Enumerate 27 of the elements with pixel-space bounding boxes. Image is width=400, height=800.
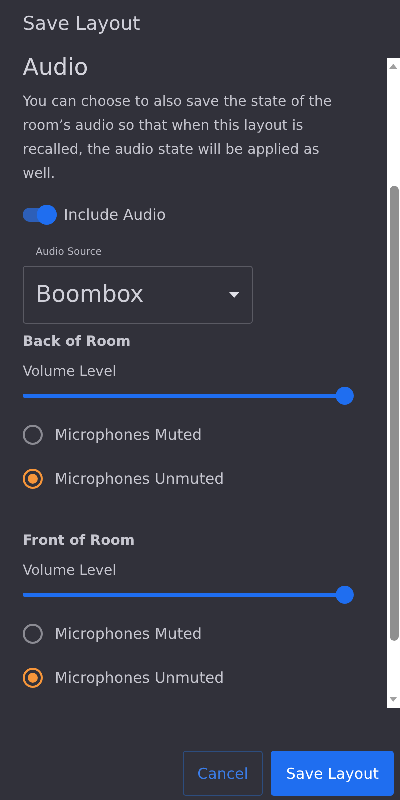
volume-label: Volume Level [23, 562, 118, 581]
radio-button[interactable] [23, 469, 43, 489]
save-button[interactable]: Save Layout [271, 751, 394, 796]
volume-slider[interactable] [23, 586, 354, 604]
cancel-button[interactable]: Cancel [182, 751, 264, 796]
section-heading: Audio [23, 54, 90, 83]
description-text: You can choose to also save the state of the room’s audio so that when this layout is recalled, the audio state will be applied as well. [23, 93, 334, 184]
radio-button[interactable] [23, 668, 43, 688]
radio-label: Microphones Muted [55, 426, 202, 444]
field-label: Audio Source [36, 246, 103, 260]
slider-thumb[interactable] [336, 387, 354, 405]
dialog-title: Save Layout [23, 12, 142, 37]
radio-label: Microphones Unmuted [55, 470, 224, 488]
volume-label: Volume Level [23, 363, 118, 382]
radio-label: Microphones Muted [55, 625, 202, 643]
volume-slider[interactable] [23, 387, 354, 405]
zone-heading: Back of Room [23, 333, 132, 352]
radio-button[interactable] [23, 624, 43, 644]
caret-icon [229, 292, 240, 298]
radio-label: Microphones Unmuted [55, 669, 224, 687]
include-audio-switch[interactable] [23, 208, 57, 222]
switch-label: Include Audio [64, 206, 166, 224]
zone-heading: Front of Room [23, 532, 136, 551]
slider-thumb[interactable] [336, 586, 354, 604]
audio-source-dropdown[interactable]: Boombox [23, 266, 253, 324]
radio-button[interactable] [23, 425, 43, 445]
scrollbar[interactable] [387, 58, 400, 708]
